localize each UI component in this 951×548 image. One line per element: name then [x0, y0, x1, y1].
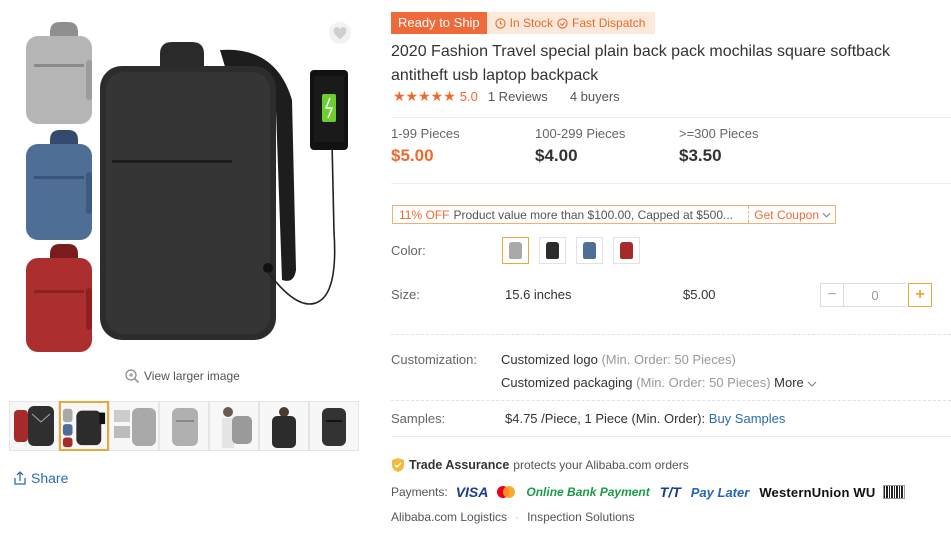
coupon-description: Product value more than $100.00, Capped …	[453, 207, 733, 222]
tt-logo: T/T	[659, 484, 681, 500]
share-label: Share	[31, 470, 69, 486]
black-backpack-main	[100, 42, 296, 340]
decrease-quantity-button[interactable]: −	[820, 283, 844, 307]
get-coupon-label: Get Coupon	[754, 207, 819, 222]
payment-methods: Payments: VISA Online Bank Payment T/T P…	[391, 483, 906, 501]
thumbnail-4[interactable]	[159, 401, 209, 451]
check-circle-icon	[557, 17, 568, 29]
customization-option: Customized logo (Min. Order: 50 Pieces)	[501, 352, 736, 367]
boleto-barcode-icon	[883, 485, 906, 499]
more-label: More	[774, 375, 804, 390]
color-swatch-grey[interactable]	[502, 237, 529, 264]
tier-quantity: 100-299 Pieces	[535, 126, 626, 141]
clock-icon	[495, 17, 506, 29]
view-larger-label: View larger image	[144, 369, 240, 383]
color-swatches	[502, 237, 640, 264]
buyers-count: 4 buyers	[569, 89, 620, 104]
payments-label: Payments:	[391, 485, 448, 499]
tier-quantity: 1-99 Pieces	[391, 126, 460, 141]
divider	[391, 436, 951, 437]
tier-price: $5.00	[391, 146, 434, 165]
view-larger-image-link[interactable]: View larger image	[124, 368, 240, 384]
chevron-down-icon	[807, 381, 817, 387]
customization-name: Customized logo	[501, 352, 598, 367]
divider	[391, 117, 951, 118]
tier-price: $4.00	[535, 146, 578, 165]
chevron-down-icon	[822, 212, 831, 218]
color-swatch-black[interactable]	[539, 237, 566, 264]
ready-to-ship-badge: Ready to Ship	[391, 12, 487, 34]
share-icon	[14, 471, 26, 485]
thumbnail-2[interactable]	[59, 401, 109, 451]
divider	[391, 334, 951, 335]
color-label: Color:	[391, 243, 426, 258]
mastercard-icon	[497, 486, 516, 498]
fast-dispatch-label: Fast Dispatch	[572, 16, 646, 30]
grey-backpack-variant	[26, 22, 92, 124]
product-title: 2020 Fashion Travel special plain back p…	[391, 43, 890, 84]
trade-assurance-shield-icon	[392, 458, 404, 472]
quantity-stepper: − +	[820, 283, 932, 307]
pay-later-logo: Pay Later	[690, 484, 750, 500]
more-customization-link[interactable]: More	[774, 375, 817, 390]
customization-name: Customized packaging	[501, 375, 633, 390]
zoom-icon	[125, 369, 139, 383]
samples-label: Samples:	[391, 411, 446, 426]
service-links: Alibaba.com Logistics · Inspection Solut…	[391, 510, 634, 524]
trade-assurance-text: protects your Alibaba.com orders	[513, 458, 689, 472]
online-bank-payment-logo: Online Bank Payment	[526, 485, 650, 499]
thumbnail-5[interactable]	[209, 401, 259, 451]
customization-label: Customization:	[391, 352, 477, 367]
blue-backpack-variant	[26, 130, 92, 240]
size-label: Size:	[391, 287, 420, 302]
price-tier: 100-299 Pieces $4.00	[535, 126, 679, 166]
status-badges: Ready to Ship In Stock Fast Dispatch	[391, 12, 656, 34]
size-option-price: $5.00	[683, 287, 716, 302]
thumbnail-strip	[9, 401, 359, 451]
divider	[391, 400, 951, 401]
trade-assurance-name: Trade Assurance	[409, 458, 510, 472]
size-option-name: 15.6 inches	[505, 287, 572, 302]
customization-min-order: (Min. Order: 50 Pieces)	[636, 375, 771, 390]
thumbnail-1[interactable]	[9, 401, 59, 451]
thumbnail-6[interactable]	[259, 401, 309, 451]
trade-assurance: Trade Assurance protects your Alibaba.co…	[391, 457, 689, 473]
rating-score: 5.0	[459, 89, 478, 104]
customization-option: Customized packaging (Min. Order: 50 Pie…	[501, 375, 817, 390]
quantity-input[interactable]	[844, 283, 906, 307]
main-product-image[interactable]	[10, 10, 358, 358]
get-coupon-button[interactable]: Get Coupon	[748, 206, 835, 223]
in-stock-label: In Stock	[509, 16, 554, 30]
color-swatch-blue[interactable]	[576, 237, 603, 264]
inspection-link[interactable]: Inspection Solutions	[527, 510, 634, 524]
stock-dispatch-badge: In Stock Fast Dispatch	[486, 12, 656, 34]
divider	[391, 183, 951, 184]
price-tier: 1-99 Pieces $5.00	[391, 126, 535, 166]
tier-price: $3.50	[679, 146, 722, 165]
tier-quantity: >=300 Pieces	[679, 126, 759, 141]
increase-quantity-button[interactable]: +	[908, 283, 932, 307]
customization-min-order: (Min. Order: 50 Pieces)	[601, 352, 736, 367]
separator: ·	[515, 510, 520, 524]
rating-row: ★★★★★ 5.0 1 Reviews 4 buyers	[393, 88, 620, 105]
red-backpack-variant	[26, 244, 92, 352]
thumbnail-3[interactable]	[109, 401, 159, 451]
reviews-link[interactable]: 1 Reviews	[488, 89, 548, 104]
logistics-link[interactable]: Alibaba.com Logistics	[391, 510, 507, 524]
favorite-heart-icon[interactable]	[329, 22, 351, 44]
coupon-banner: 11% OFF Product value more than $100.00,…	[392, 205, 836, 224]
samples-price: $4.75 /Piece, 1 Piece (Min. Order):	[505, 411, 706, 426]
visa-logo: VISA	[455, 484, 489, 500]
western-union-logo: WesternUnion WU	[759, 484, 876, 500]
price-tier: >=300 Pieces $3.50	[679, 126, 823, 166]
coupon-discount: 11% OFF	[399, 207, 450, 222]
rating-stars-icon: ★★★★★	[393, 88, 456, 104]
buy-samples-link[interactable]: Buy Samples	[709, 411, 786, 426]
share-button[interactable]: Share	[12, 470, 68, 486]
price-tiers: 1-99 Pieces $5.00 100-299 Pieces $4.00 >…	[391, 126, 823, 166]
samples-info: $4.75 /Piece, 1 Piece (Min. Order): Buy …	[505, 411, 785, 426]
color-swatch-red[interactable]	[613, 237, 640, 264]
product-gallery: View larger image Share	[0, 0, 365, 548]
thumbnail-7[interactable]	[309, 401, 359, 451]
